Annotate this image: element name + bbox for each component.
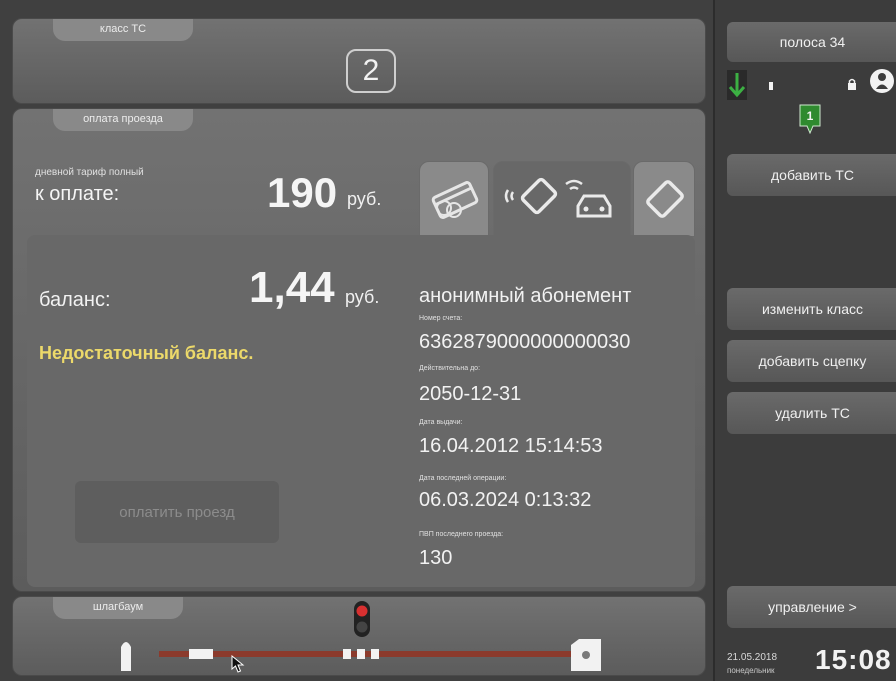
to-pay-label: к оплате: <box>35 183 120 205</box>
barrier-base-icon <box>571 639 601 671</box>
vehicle-class-panel: класс ТС 2 <box>12 18 706 104</box>
add-vehicle-button[interactable]: добавить ТС <box>727 154 896 196</box>
valid-until-label: Действительна до: <box>419 365 481 372</box>
rfid-tag-car-icon <box>504 177 612 218</box>
barrier-stripe <box>357 649 365 659</box>
issue-date-value: 16.04.2012 15:14:53 <box>419 435 603 457</box>
issue-date-label: Дата выдачи: <box>419 419 463 426</box>
app-window: класс ТС 2 оплата проезда дневной тариф … <box>0 0 896 681</box>
remove-vehicle-button[interactable]: удалить ТС <box>727 392 896 434</box>
management-button[interactable]: управление > <box>727 586 896 628</box>
barrier-panel: шлагбаум <box>12 596 706 676</box>
payment-method-rfid-tab[interactable] <box>493 161 631 237</box>
pay-trip-button[interactable]: оплатить проезд <box>75 481 279 543</box>
time-display: 15:08 <box>815 644 892 675</box>
add-trailer-button[interactable]: добавить сцепку <box>727 340 896 382</box>
last-plaza-label: ПВП последнего проезда: <box>419 531 504 538</box>
payment-method-tag-tab[interactable] <box>633 161 695 237</box>
barrier-stripe <box>343 649 351 659</box>
last-operation-label: Дата последней операции: <box>419 475 507 482</box>
tag-icon <box>646 180 684 218</box>
balance-currency: руб. <box>345 287 380 307</box>
barrier-post-left-icon <box>121 642 131 671</box>
tariff-label: дневной тариф полный <box>35 167 144 178</box>
date-display: 21.05.2018 <box>727 652 778 663</box>
change-class-button[interactable]: изменить класс <box>727 288 896 330</box>
lane-button[interactable]: полоса 34 <box>727 22 896 62</box>
barrier-stripe <box>189 649 213 659</box>
account-number-value: 6362879000000000030 <box>419 331 631 353</box>
price-currency: руб. <box>347 189 382 209</box>
payment-method-card-tab[interactable] <box>419 161 489 237</box>
queue-count: 1 <box>806 109 814 123</box>
balance-label: баланс: <box>39 289 111 311</box>
subscription-title: анонимный абонемент <box>419 285 632 307</box>
card-icon <box>431 181 479 219</box>
lane-marker-white <box>769 82 773 90</box>
weekday-display: понедельник <box>727 666 775 675</box>
lock-icon <box>848 78 856 90</box>
insufficient-balance-message: Недостаточный баланс. <box>39 343 254 363</box>
vehicle-class-value[interactable]: 2 <box>346 49 396 93</box>
barrier-arm[interactable] <box>159 651 575 657</box>
barrier-tab: шлагбаум <box>53 597 183 619</box>
last-plaza-value: 130 <box>419 547 453 569</box>
mouse-cursor-icon <box>231 655 245 673</box>
balance-amount: 1,44 <box>249 263 335 312</box>
sidebar: полоса 34 1 добавить ТС изменить класс д… <box>713 0 896 681</box>
barrier-stripe <box>371 649 379 659</box>
payment-tab: оплата проезда <box>53 109 193 131</box>
account-number-label: Номер счета: <box>419 315 463 322</box>
payment-panel: оплата проезда дневной тариф полный к оп… <box>12 108 706 592</box>
price-amount: 190 <box>267 169 338 216</box>
traffic-light-icon <box>354 601 370 637</box>
lane-arrow-down-icon <box>727 70 747 100</box>
operator-icon <box>870 69 894 93</box>
vehicle-class-tab: класс ТС <box>53 19 193 41</box>
valid-until-value: 2050-12-31 <box>419 383 522 405</box>
last-operation-value: 06.03.2024 0:13:32 <box>419 489 592 511</box>
